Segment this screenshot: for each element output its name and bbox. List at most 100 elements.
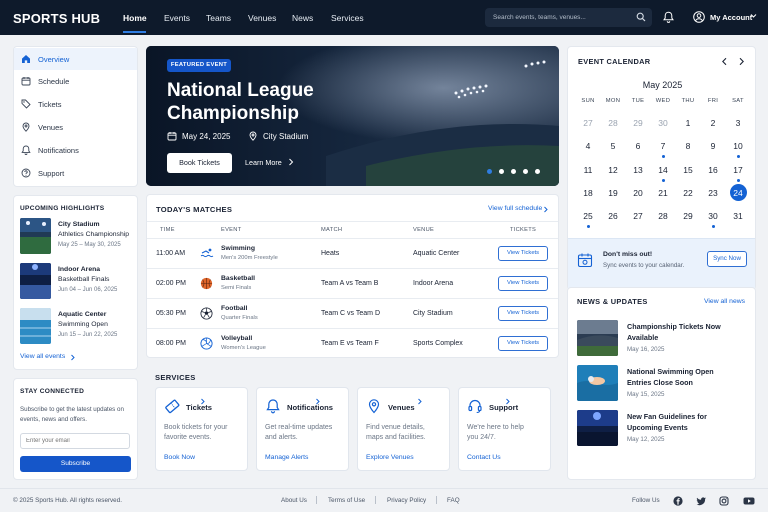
calendar-day[interactable]: 7 [651,138,675,154]
brand-logo[interactable]: SPORTS HUB [13,11,100,26]
footer-link-terms[interactable]: Terms of Use [328,497,365,504]
twitter-icon[interactable] [696,496,707,506]
headset-icon [468,399,482,414]
sync-now-button[interactable]: Sync Now [707,251,747,267]
calendar-day[interactable]: 5 [601,138,625,154]
calendar-day[interactable]: 10 [726,138,750,154]
carousel-dot[interactable] [487,169,492,174]
highlight-dates: May 25 – May 30, 2025 [58,242,121,248]
calendar-day[interactable]: 24 [726,184,750,201]
calendar-day[interactable]: 28 [651,208,675,224]
calendar-month-label: May 2025 [642,80,683,90]
youtube-icon[interactable] [743,496,755,506]
view-tickets-button[interactable]: View Tickets [498,246,548,261]
calendar-day[interactable]: 23 [701,185,725,201]
calendar-day[interactable]: 11 [576,162,600,178]
bell-icon[interactable] [663,11,674,23]
view-tickets-button[interactable]: View Tickets [498,276,548,291]
nav-link-events[interactable]: Events [164,13,190,23]
carousel-dot[interactable] [511,169,516,174]
news-item[interactable]: New Fan Guidelines for Upcoming Events M… [577,410,752,448]
pool-thumbnail-image [20,308,51,344]
learn-more-link[interactable]: Learn More [245,158,282,167]
search-input[interactable] [493,12,623,23]
sidebar-item-overview[interactable]: Overview [14,48,137,70]
calendar-day[interactable]: 9 [701,138,725,154]
carousel-dot[interactable] [523,169,528,174]
footer-link-faq[interactable]: FAQ [447,497,460,504]
calendar-day[interactable]: 28 [601,115,625,131]
sidebar-item-notifications[interactable]: Notifications [14,139,137,161]
calendar-day[interactable]: 22 [676,185,700,201]
view-all-events-link[interactable]: View all events [20,353,65,360]
manage-alerts-link[interactable]: Manage Alerts [265,454,308,461]
highlight-item[interactable]: Indoor Arena Basketball Finals Jun 04 – … [20,263,140,299]
match-teams: Heats [321,250,340,257]
calendar-day[interactable]: 4 [576,138,600,154]
instagram-icon[interactable] [719,496,729,506]
calendar-day[interactable]: 29 [626,115,650,131]
service-card-support[interactable]: Support We're here to help you 24/7. Con… [458,387,551,471]
chevron-right-icon[interactable] [543,206,549,213]
subscribe-button[interactable]: Subscribe [20,456,131,472]
nav-link-teams[interactable]: Teams [206,13,231,23]
calendar-day[interactable]: 12 [601,162,625,178]
highlight-item[interactable]: Aquatic Center Swimming Open Jun 15 – Ju… [20,308,140,344]
service-card-tickets[interactable]: Tickets Book tickets for your favorite e… [155,387,248,471]
calendar-day[interactable]: 30 [651,115,675,131]
calendar-day[interactable]: 31 [726,208,750,224]
footer-link-privacy[interactable]: Privacy Policy [387,497,426,504]
news-item[interactable]: Championship Tickets Now Available May 1… [577,320,752,358]
footer-link-about[interactable]: About Us [281,497,307,504]
calendar-day[interactable]: 30 [701,208,725,224]
chevron-right-icon[interactable] [288,158,294,166]
calendar-day[interactable]: 13 [626,162,650,178]
nav-link-home[interactable]: Home [123,13,147,23]
calendar-day[interactable]: 3 [726,115,750,131]
calendar-day[interactable]: 6 [626,138,650,154]
chevron-right-icon[interactable] [738,57,745,66]
calendar-day[interactable]: 2 [701,115,725,131]
calendar-day[interactable]: 1 [676,115,700,131]
email-field[interactable] [20,433,130,449]
view-tickets-button[interactable]: View Tickets [498,306,548,321]
book-tickets-button[interactable]: Book Tickets [167,153,232,173]
facebook-icon[interactable] [673,496,683,506]
contact-us-link[interactable]: Contact Us [467,454,501,461]
sidebar-item-tickets[interactable]: Tickets [14,93,137,115]
calendar-day[interactable]: 27 [576,115,600,131]
chevron-right-icon[interactable] [70,354,76,361]
service-card-venues[interactable]: Venues Find venue details, maps and faci… [357,387,450,471]
calendar-day[interactable]: 16 [701,162,725,178]
sidebar-item-schedule[interactable]: Schedule [14,70,137,92]
nav-link-news[interactable]: News [292,13,313,23]
carousel-dot[interactable] [499,169,504,174]
view-full-schedule-link[interactable]: View full schedule [488,205,542,212]
calendar-day[interactable]: 26 [601,208,625,224]
calendar-day[interactable]: 20 [626,185,650,201]
calendar-day[interactable]: 17 [726,162,750,178]
carousel-dot[interactable] [535,169,540,174]
search-icon[interactable] [636,12,646,22]
calendar-day[interactable]: 27 [626,208,650,224]
view-tickets-button[interactable]: View Tickets [498,336,548,351]
service-card-notifications[interactable]: Notifications Get real-time updates and … [256,387,349,471]
highlight-item[interactable]: City Stadium Athletics Championship May … [20,218,140,254]
calendar-day[interactable]: 14 [651,162,675,178]
sidebar-item-support[interactable]: Support [14,162,137,184]
calendar-day[interactable]: 19 [601,185,625,201]
sidebar-item-venues[interactable]: Venues [14,116,137,138]
explore-venues-link[interactable]: Explore Venues [366,454,414,461]
calendar-day[interactable]: 21 [651,185,675,201]
calendar-day[interactable]: 8 [676,138,700,154]
calendar-day[interactable]: 29 [676,208,700,224]
calendar-day[interactable]: 25 [576,208,600,224]
nav-link-venues[interactable]: Venues [248,13,276,23]
nav-link-services[interactable]: Services [331,13,364,23]
book-now-link[interactable]: Book Now [164,454,195,461]
calendar-day[interactable]: 15 [676,162,700,178]
calendar-day[interactable]: 18 [576,185,600,201]
news-item[interactable]: National Swimming Open Entries Close Soo… [577,365,752,403]
view-all-news-link[interactable]: View all news [704,298,745,305]
chevron-left-icon[interactable] [721,57,728,66]
